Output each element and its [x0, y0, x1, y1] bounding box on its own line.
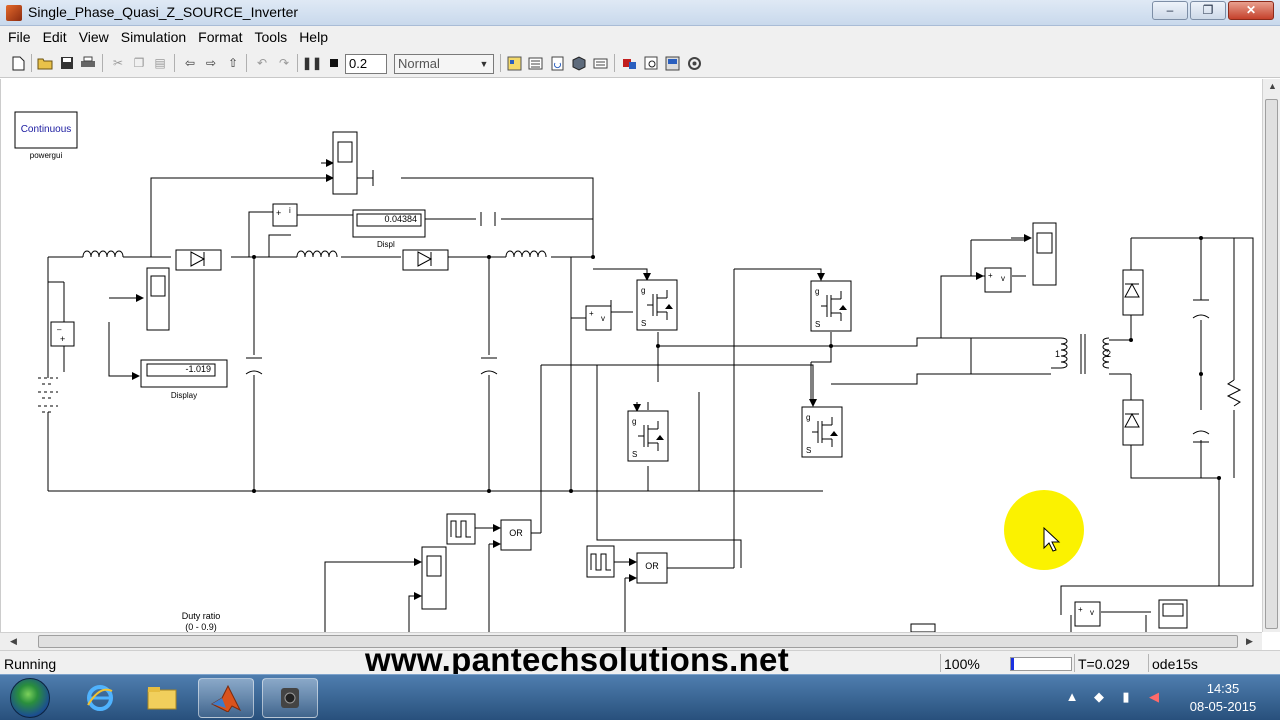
settings-icon[interactable]	[686, 55, 702, 71]
print-icon[interactable]	[80, 55, 96, 71]
debug-icon[interactable]	[592, 55, 608, 71]
or-block-label[interactable]: OR	[501, 528, 531, 538]
transformer-secondary-label: 2	[1106, 349, 1112, 359]
battery-icon[interactable]: ▮	[1118, 689, 1134, 705]
menu-format[interactable]: Format	[192, 26, 248, 48]
simulation-mode-select[interactable]: Normal ▼	[394, 54, 494, 74]
menu-tools[interactable]: Tools	[249, 26, 294, 48]
stop-time-input[interactable]: 0.2	[345, 54, 387, 74]
system-clock[interactable]: 14:35 08-05-2015	[1180, 680, 1266, 716]
menu-edit[interactable]: Edit	[37, 26, 73, 48]
toolbar: ✂ ❐ ▤ ⇦ ⇨ ⇧ ↶ ↷ ❚❚	[0, 48, 1280, 78]
svg-text:+: +	[988, 271, 993, 280]
save-icon[interactable]	[59, 55, 75, 71]
powergui-block[interactable]: Continuous	[15, 124, 77, 135]
display-block-value[interactable]: 0.04384	[357, 214, 421, 224]
menu-simulation[interactable]: Simulation	[115, 26, 192, 48]
simulation-mode-value: Normal	[398, 56, 440, 71]
im-label: i	[289, 206, 291, 215]
dropbox-icon[interactable]: ◆	[1091, 689, 1107, 705]
zoom-level: 100%	[944, 656, 980, 672]
taskbar	[0, 674, 1280, 720]
forward-icon[interactable]: ⇨	[203, 55, 219, 71]
redo-icon[interactable]: ↷	[276, 55, 292, 71]
internet-explorer-icon[interactable]	[72, 678, 128, 718]
pause-icon[interactable]: ❚❚	[302, 55, 322, 71]
clock-time: 14:35	[1206, 681, 1240, 696]
matlab-icon[interactable]	[198, 678, 254, 718]
update-icon[interactable]	[549, 55, 565, 71]
diode-block	[175, 249, 222, 271]
clock-date: 08-05-2015	[1189, 699, 1257, 714]
props-icon[interactable]	[664, 55, 680, 71]
title-bar: Single_Phase_Quasi_Z_SOURCE_Inverter – ❐…	[0, 0, 1280, 26]
simulation-time: T=0.029	[1078, 656, 1130, 672]
svg-text:+: +	[589, 309, 594, 318]
svg-text:+: +	[276, 208, 281, 218]
duty-ratio-title: Duty ratio	[181, 611, 221, 621]
restore-button[interactable]: ❐	[1190, 1, 1226, 20]
show-hidden-icons-icon[interactable]: ▲	[1064, 689, 1080, 705]
start-button[interactable]	[10, 678, 50, 718]
copy-icon[interactable]: ❐	[131, 55, 147, 71]
scroll-left-icon[interactable]: ◀	[10, 636, 17, 647]
simulation-state: Running	[4, 656, 57, 672]
toolbar-separator	[174, 54, 175, 72]
display-block-value[interactable]: -1.019	[147, 364, 215, 374]
screen-recorder-icon[interactable]	[262, 678, 318, 718]
minimize-button[interactable]: –	[1152, 1, 1188, 20]
volume-muted-icon[interactable]: ◀	[1146, 689, 1162, 705]
simulation-progress-bar	[1010, 657, 1072, 671]
duty-ratio-range: (0 - 0.9)	[185, 622, 217, 632]
toolbar-separator	[102, 54, 103, 72]
back-icon[interactable]: ⇦	[182, 55, 198, 71]
scroll-right-icon[interactable]: ▶	[1246, 636, 1253, 647]
window-controls: – ❐ ✕	[1152, 1, 1274, 20]
scroll-up-icon[interactable]: ▲	[1268, 81, 1277, 91]
toolbar-separator	[614, 54, 615, 72]
cut-icon[interactable]: ✂	[110, 55, 126, 71]
menu-bar: File Edit View Simulation Format Tools H…	[0, 26, 1280, 48]
up-icon[interactable]: ⇧	[225, 55, 241, 71]
paste-icon[interactable]: ▤	[152, 55, 168, 71]
display-block-caption: Displ	[377, 240, 395, 249]
mouse-cursor-icon	[1043, 527, 1061, 552]
simulation-progress-fill	[1011, 658, 1014, 670]
close-button[interactable]: ✕	[1228, 1, 1274, 20]
file-explorer-icon[interactable]	[134, 678, 190, 718]
solver-name: ode15s	[1152, 656, 1198, 672]
svg-text:v: v	[1090, 608, 1094, 617]
svg-text:–: –	[57, 325, 62, 334]
stop-icon[interactable]	[326, 55, 342, 71]
or-block-label[interactable]: OR	[637, 561, 667, 571]
svg-text:+: +	[60, 334, 65, 344]
toolbar-separator	[500, 54, 501, 72]
vertical-scroll-thumb[interactable]	[1265, 99, 1278, 629]
toolbar-separator	[246, 54, 247, 72]
model-explorer-icon[interactable]	[527, 55, 543, 71]
svg-text:v: v	[601, 314, 605, 323]
svg-text:v: v	[1001, 274, 1005, 283]
toolbar-separator	[297, 54, 298, 72]
simulink-app-icon	[6, 5, 22, 21]
menu-view[interactable]: View	[73, 26, 115, 48]
open-icon[interactable]	[37, 55, 53, 71]
toolbar-separator	[31, 54, 32, 72]
menu-file[interactable]: File	[2, 26, 37, 48]
powergui-name: powergui	[29, 151, 63, 160]
display-block-caption: Display	[170, 391, 198, 400]
transformer-primary-label: 1	[1055, 349, 1061, 359]
vertical-scrollbar[interactable]: ▲	[1262, 79, 1280, 632]
find-icon[interactable]	[643, 55, 659, 71]
build-icon[interactable]	[570, 55, 586, 71]
svg-text:+: +	[1078, 605, 1083, 614]
port-icon[interactable]	[621, 55, 637, 71]
menu-help[interactable]: Help	[293, 26, 334, 48]
duty-ratio-label: Duty ratio (0 - 0.9)	[161, 611, 241, 632]
undo-icon[interactable]: ↶	[254, 55, 270, 71]
library-icon[interactable]	[506, 55, 522, 71]
chevron-down-icon: ▼	[479, 59, 489, 69]
window-title: Single_Phase_Quasi_Z_SOURCE_Inverter	[28, 4, 299, 20]
new-icon[interactable]	[10, 55, 26, 71]
